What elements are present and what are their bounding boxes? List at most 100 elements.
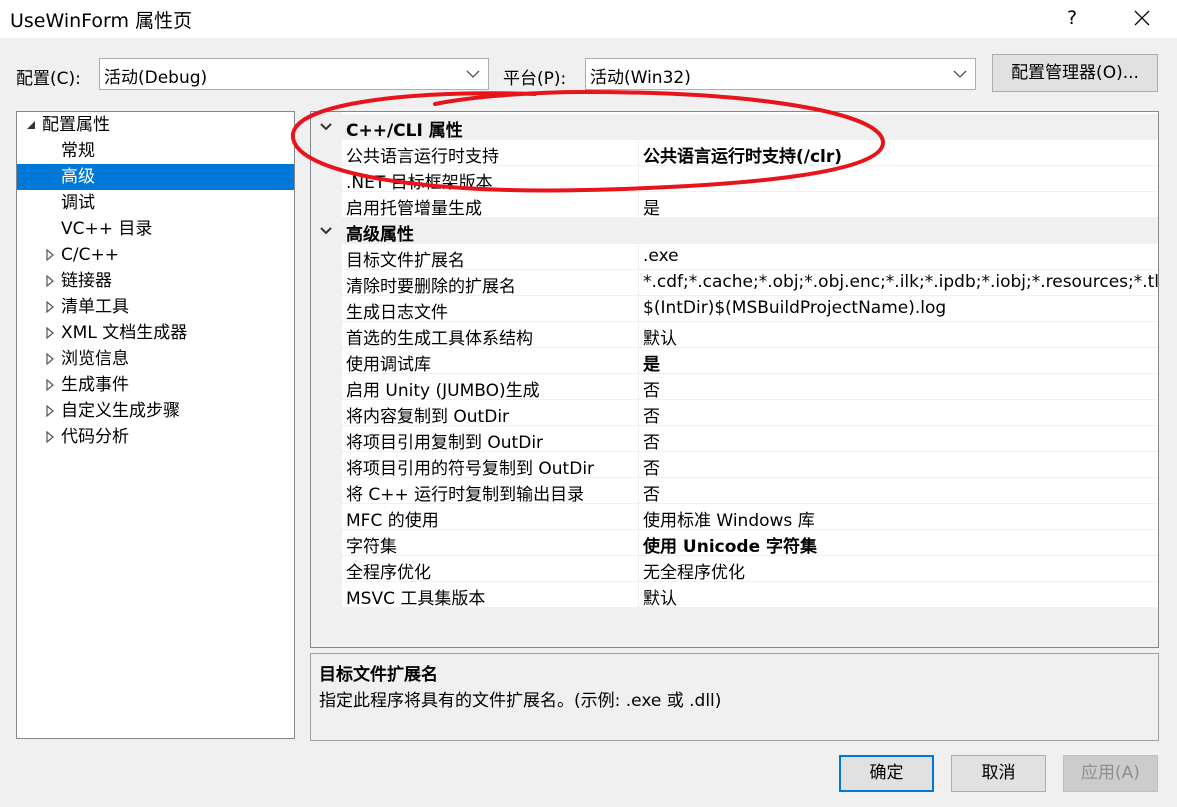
property-value[interactable]: 否 — [643, 454, 660, 479]
category-title: 高级属性 — [346, 225, 414, 245]
chevron-down-icon — [466, 70, 480, 78]
category-row[interactable]: 高级属性 — [311, 218, 1158, 245]
property-value[interactable]: 否 — [643, 376, 660, 401]
property-grid: C++/CLI 属性 公共语言运行时支持 公共语言运行时支持(/clr) .NET 目… — [310, 111, 1159, 648]
property-row[interactable]: 使用调试库 是 — [342, 348, 1158, 375]
property-row[interactable]: 启用 Unity (JUMBO)生成 否 — [342, 374, 1158, 401]
collapsed-triangle-icon[interactable] — [43, 320, 57, 346]
apply-button[interactable]: 应用(A) — [1063, 755, 1158, 792]
property-row[interactable]: MSVC 工具集版本 默认 — [342, 582, 1158, 609]
platform-label: 平台(P): — [503, 69, 567, 89]
tree-item[interactable]: 调试 — [17, 190, 294, 216]
description-title: 目标文件扩展名 — [319, 665, 438, 685]
chevron-down-icon — [953, 70, 967, 78]
chevron-down-icon[interactable] — [319, 225, 333, 237]
property-row[interactable]: 将 C++ 运行时复制到输出目录 否 — [342, 478, 1158, 505]
category-row[interactable]: C++/CLI 属性 — [311, 114, 1158, 141]
collapsed-triangle-icon[interactable] — [43, 398, 57, 424]
property-row[interactable]: .NET 目标框架版本 — [342, 166, 1158, 193]
property-value[interactable]: *.cdf;*.cache;*.obj;*.obj.enc;*.ilk;*.ip… — [643, 272, 1158, 292]
property-name: 启用 Unity (JUMBO)生成 — [346, 381, 540, 401]
property-row[interactable]: 首选的生成工具体系结构 默认 — [342, 322, 1158, 349]
ok-button[interactable]: 确定 — [839, 755, 934, 792]
property-row[interactable]: 启用托管增量生成 是 — [342, 192, 1158, 219]
property-row[interactable]: 将项目引用复制到 OutDir 否 — [342, 426, 1158, 453]
tree-item-label: 自定义生成步骤 — [61, 401, 180, 421]
property-name: 全程序优化 — [346, 563, 431, 583]
title-bar: UseWinForm 属性页 ? — [0, 0, 1177, 38]
property-row[interactable]: 将项目引用的符号复制到 OutDir 否 — [342, 452, 1158, 479]
tree-item-label: 链接器 — [61, 271, 112, 291]
tree-item[interactable]: 浏览信息 — [17, 346, 294, 372]
tree-item[interactable]: 生成事件 — [17, 372, 294, 398]
property-name: 启用托管增量生成 — [346, 199, 482, 219]
column-divider — [638, 296, 639, 322]
close-button[interactable] — [1126, 3, 1158, 33]
property-name: 将内容复制到 OutDir — [346, 407, 510, 427]
property-name: 清除时要删除的扩展名 — [346, 277, 516, 297]
column-divider — [638, 504, 639, 530]
property-value[interactable]: $(IntDir)$(MSBuildProjectName).log — [643, 298, 946, 318]
platform-select[interactable]: 活动(Win32) — [585, 58, 976, 90]
column-divider — [638, 166, 639, 192]
property-value[interactable]: 是 — [643, 350, 660, 375]
column-divider — [638, 426, 639, 452]
property-row[interactable]: MFC 的使用 使用标准 Windows 库 — [342, 504, 1158, 531]
property-row[interactable]: 目标文件扩展名 .exe — [342, 244, 1158, 271]
property-value[interactable]: 否 — [643, 428, 660, 453]
property-value[interactable]: 默认 — [643, 324, 677, 349]
property-value[interactable]: 使用标准 Windows 库 — [643, 506, 815, 531]
property-row[interactable]: 生成日志文件 $(IntDir)$(MSBuildProjectName).log — [342, 296, 1158, 323]
tree-item[interactable]: VC++ 目录 — [17, 216, 294, 242]
tree-item[interactable]: 清单工具 — [17, 294, 294, 320]
tree-item[interactable]: 自定义生成步骤 — [17, 398, 294, 424]
tree-item-label: 配置属性 — [42, 115, 110, 135]
collapsed-triangle-icon[interactable] — [43, 294, 57, 320]
grid-empty-area — [342, 608, 1158, 647]
property-row[interactable]: 将内容复制到 OutDir 否 — [342, 400, 1158, 427]
tree-item[interactable]: 常规 — [17, 138, 294, 164]
property-value[interactable]: 否 — [643, 480, 660, 505]
collapsed-triangle-icon[interactable] — [43, 346, 57, 372]
property-row[interactable]: 字符集 使用 Unicode 字符集 — [342, 530, 1158, 557]
config-select-value: 活动(Debug) — [104, 68, 208, 88]
config-select[interactable]: 活动(Debug) — [99, 58, 489, 90]
property-row[interactable]: 全程序优化 无全程序优化 — [342, 556, 1158, 583]
cancel-button[interactable]: 取消 — [951, 755, 1046, 792]
tree-item-label: C/C++ — [61, 245, 119, 265]
column-divider — [638, 530, 639, 556]
expanded-triangle-icon[interactable] — [24, 112, 38, 138]
tree-item[interactable]: 链接器 — [17, 268, 294, 294]
platform-select-value: 活动(Win32) — [590, 68, 691, 88]
tree-item[interactable]: 代码分析 — [17, 424, 294, 450]
chevron-down-icon[interactable] — [319, 121, 333, 133]
property-value[interactable]: 使用 Unicode 字符集 — [643, 532, 817, 557]
tree-item-label: 常规 — [61, 141, 95, 161]
collapsed-triangle-icon[interactable] — [43, 424, 57, 450]
collapsed-triangle-icon[interactable] — [43, 268, 57, 294]
tree-item[interactable]: C/C++ — [17, 242, 294, 268]
collapsed-triangle-icon[interactable] — [43, 372, 57, 398]
property-value[interactable]: 无全程序优化 — [643, 558, 745, 583]
help-button[interactable]: ? — [1058, 3, 1086, 33]
property-tree: 配置属性常规高级调试 VC++ 目录 C/C++ 链接器清单工具 XML 文档生成器 浏览… — [16, 111, 295, 739]
tree-item[interactable]: 高级 — [17, 164, 294, 190]
collapsed-triangle-icon[interactable] — [43, 242, 57, 268]
property-name: 生成日志文件 — [346, 303, 448, 323]
property-row[interactable]: 公共语言运行时支持 公共语言运行时支持(/clr) — [342, 140, 1158, 167]
property-value[interactable]: 公共语言运行时支持(/clr) — [643, 142, 842, 167]
close-icon — [1134, 10, 1150, 26]
config-manager-button[interactable]: 配置管理器(O)... — [992, 54, 1158, 92]
grid-gutter — [311, 112, 342, 647]
property-value[interactable]: 否 — [643, 402, 660, 427]
tree-item[interactable]: XML 文档生成器 — [17, 320, 294, 346]
column-divider — [638, 374, 639, 400]
column-divider — [638, 400, 639, 426]
property-value[interactable]: 是 — [643, 194, 660, 219]
property-row[interactable]: 清除时要删除的扩展名 *.cdf;*.cache;*.obj;*.obj.enc;… — [342, 270, 1158, 297]
tree-item[interactable]: 配置属性 — [17, 112, 294, 138]
tree-item-label: 调试 — [61, 193, 95, 213]
property-value[interactable]: .exe — [643, 246, 679, 266]
property-name: MSVC 工具集版本 — [346, 589, 486, 609]
property-value[interactable]: 默认 — [643, 584, 677, 609]
